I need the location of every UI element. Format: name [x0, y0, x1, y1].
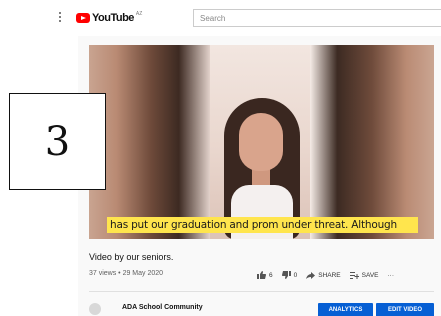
video-title: Video by our seniors. [89, 252, 174, 262]
edit-video-button[interactable]: EDIT VIDEO [376, 303, 434, 316]
thumbs-up-icon [257, 271, 266, 279]
like-count: 6 [269, 271, 273, 279]
more-actions-button[interactable]: ··· [388, 272, 395, 279]
country-code: AZ [135, 11, 143, 17]
dislike-count: 0 [293, 271, 298, 279]
search-input[interactable]: Search [193, 9, 441, 27]
save-button[interactable]: SAVE [349, 271, 379, 279]
analytics-button[interactable]: ANALYTICS [318, 303, 373, 316]
video-subtitle: has put our graduation and prom under th… [107, 217, 418, 233]
video-player[interactable]: has put our graduation and prom under th… [89, 45, 434, 239]
logo-text: YouTube [92, 12, 134, 24]
video-actions: 6 0 SHARE SAVE ··· [257, 268, 403, 282]
dislike-button[interactable]: 0 [281, 271, 298, 279]
share-icon [306, 271, 316, 279]
menu-icon[interactable] [58, 12, 62, 24]
playlist-add-icon [349, 271, 359, 279]
more-icon: ··· [387, 271, 395, 279]
like-button[interactable]: 6 [257, 271, 273, 279]
divider [89, 291, 434, 292]
video-meta: 37 views • 29 May 2020 [89, 270, 164, 277]
video-subject-face [239, 113, 283, 171]
channel-avatar[interactable] [89, 303, 101, 315]
overlay-number: 3 [44, 118, 71, 165]
share-label: SHARE [318, 271, 341, 279]
channel-name[interactable]: ADA School Community [122, 304, 203, 311]
share-button[interactable]: SHARE [306, 271, 341, 279]
save-label: SAVE [361, 271, 379, 279]
thumbs-down-icon [281, 271, 291, 279]
youtube-logo[interactable]: YouTube AZ [76, 10, 142, 26]
number-overlay-card: 3 [9, 93, 106, 190]
top-bar: YouTube AZ Search [0, 0, 441, 36]
play-logo-icon [76, 13, 90, 23]
